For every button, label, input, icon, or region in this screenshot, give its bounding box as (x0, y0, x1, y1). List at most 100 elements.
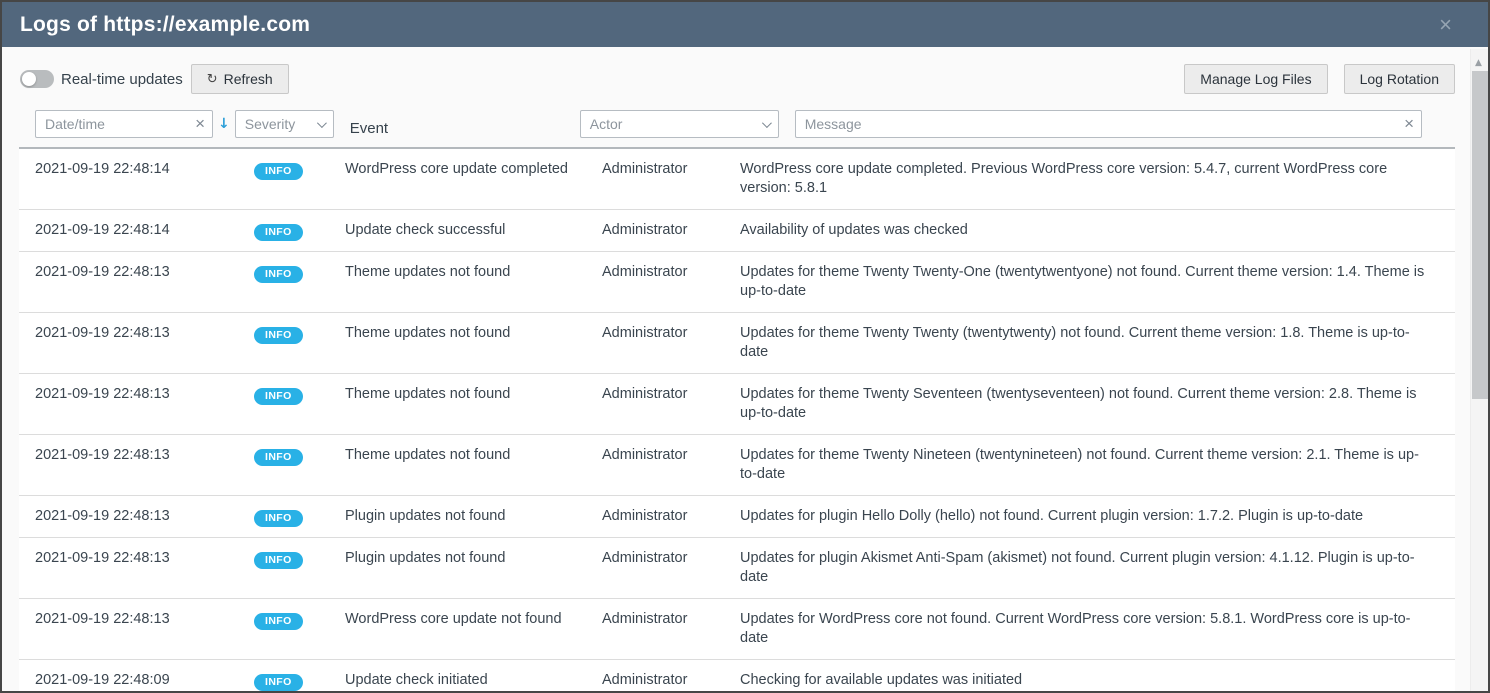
refresh-label: Refresh (224, 71, 273, 87)
log-event: Theme updates not found (345, 324, 602, 343)
table-row: 2021-09-19 22:48:13 INFO Theme updates n… (19, 313, 1455, 374)
severity-badge: INFO (254, 449, 303, 466)
realtime-updates-toggle[interactable] (20, 70, 54, 88)
close-icon[interactable]: × (1439, 14, 1470, 36)
severity-cell: INFO (230, 160, 345, 179)
severity-cell: INFO (230, 385, 345, 404)
clear-datetime-icon[interactable]: × (195, 115, 205, 132)
datetime-filter-input[interactable] (36, 116, 212, 132)
log-event: Plugin updates not found (345, 549, 602, 568)
log-datetime: 2021-09-19 22:48:09 (35, 671, 230, 690)
chevron-down-icon (762, 118, 772, 128)
log-viewer-modal: Logs of https://example.com × Real-time … (0, 0, 1490, 693)
toggle-knob (22, 72, 36, 86)
log-message: WordPress core update completed. Previou… (740, 160, 1455, 198)
log-actor: Administrator (602, 507, 740, 526)
log-actor: Administrator (602, 446, 740, 465)
log-table: 2021-09-19 22:48:14 INFO WordPress core … (19, 147, 1455, 693)
log-actor: Administrator (602, 549, 740, 568)
log-message: Updates for theme Twenty Seventeen (twen… (740, 385, 1455, 423)
log-actor: Administrator (602, 610, 740, 629)
table-row: 2021-09-19 22:48:13 INFO WordPress core … (19, 599, 1455, 660)
chevron-down-icon (317, 118, 327, 128)
severity-badge: INFO (254, 266, 303, 283)
table-row: 2021-09-19 22:48:13 INFO Plugin updates … (19, 538, 1455, 599)
log-message: Updates for WordPress core not found. Cu… (740, 610, 1455, 648)
manage-log-files-button[interactable]: Manage Log Files (1184, 64, 1327, 94)
modal-header: Logs of https://example.com × (2, 2, 1488, 47)
log-message: Updates for theme Twenty Twenty (twentyt… (740, 324, 1455, 362)
severity-badge: INFO (254, 674, 303, 691)
log-message: Updates for theme Twenty Nineteen (twent… (740, 446, 1455, 484)
log-message: Updates for plugin Hello Dolly (hello) n… (740, 507, 1455, 526)
sort-desc-icon[interactable]: ↓ (218, 116, 230, 132)
log-event: WordPress core update completed (345, 160, 602, 179)
toolbar: Real-time updates ↻ Refresh Manage Log F… (20, 64, 1455, 94)
log-message: Checking for available updates was initi… (740, 671, 1455, 690)
severity-badge: INFO (254, 552, 303, 569)
vertical-scrollbar[interactable]: ▲ (1470, 49, 1488, 691)
severity-filter-placeholder: Severity (245, 116, 309, 132)
severity-cell: INFO (230, 324, 345, 343)
severity-badge: INFO (254, 327, 303, 344)
log-event: Theme updates not found (345, 446, 602, 465)
message-filter-input[interactable] (796, 116, 1421, 132)
log-actor: Administrator (602, 263, 740, 282)
log-event: WordPress core update not found (345, 610, 602, 629)
log-event: Theme updates not found (345, 263, 602, 282)
severity-cell: INFO (230, 221, 345, 240)
severity-filter-select[interactable]: Severity (235, 110, 334, 138)
severity-cell: INFO (230, 610, 345, 629)
log-rotation-button[interactable]: Log Rotation (1344, 64, 1455, 94)
log-event: Update check successful (345, 221, 602, 240)
log-event: Theme updates not found (345, 385, 602, 404)
severity-cell: INFO (230, 549, 345, 568)
log-datetime: 2021-09-19 22:48:13 (35, 610, 230, 629)
table-row: 2021-09-19 22:48:13 INFO Theme updates n… (19, 252, 1455, 313)
realtime-updates-label: Real-time updates (61, 71, 183, 88)
actor-filter-placeholder: Actor (590, 116, 754, 132)
refresh-button[interactable]: ↻ Refresh (191, 64, 289, 94)
refresh-icon: ↻ (207, 72, 218, 87)
actor-filter-select[interactable]: Actor (580, 110, 779, 138)
log-event: Plugin updates not found (345, 507, 602, 526)
severity-cell: INFO (230, 507, 345, 526)
table-row: 2021-09-19 22:48:14 INFO WordPress core … (19, 149, 1455, 210)
clear-message-icon[interactable]: × (1404, 115, 1414, 132)
page-title: Logs of https://example.com (20, 13, 310, 37)
log-datetime: 2021-09-19 22:48:13 (35, 385, 230, 404)
severity-cell: INFO (230, 446, 345, 465)
log-event: Update check initiated (345, 671, 602, 690)
log-datetime: 2021-09-19 22:48:13 (35, 324, 230, 343)
log-actor: Administrator (602, 385, 740, 404)
log-datetime: 2021-09-19 22:48:13 (35, 446, 230, 465)
table-row: 2021-09-19 22:48:13 INFO Theme updates n… (19, 435, 1455, 496)
severity-badge: INFO (254, 510, 303, 527)
log-actor: Administrator (602, 671, 740, 690)
log-datetime: 2021-09-19 22:48:14 (35, 221, 230, 240)
toolbar-right: Manage Log Files Log Rotation (1184, 64, 1455, 94)
log-datetime: 2021-09-19 22:48:13 (35, 549, 230, 568)
severity-cell: INFO (230, 671, 345, 690)
event-column-header: Event (350, 120, 580, 138)
table-row: 2021-09-19 22:48:09 INFO Update check in… (19, 660, 1455, 693)
filter-row: × ↓ Severity Event Actor × (19, 110, 1455, 138)
log-message: Availability of updates was checked (740, 221, 1455, 240)
log-actor: Administrator (602, 324, 740, 343)
severity-badge: INFO (254, 163, 303, 180)
message-filter: × (795, 110, 1422, 138)
log-datetime: 2021-09-19 22:48:14 (35, 160, 230, 179)
log-message: Updates for plugin Akismet Anti-Spam (ak… (740, 549, 1455, 587)
severity-cell: INFO (230, 263, 345, 282)
scrollbar-thumb[interactable] (1472, 71, 1488, 399)
severity-badge: INFO (254, 224, 303, 241)
table-row: 2021-09-19 22:48:14 INFO Update check su… (19, 210, 1455, 252)
scroll-up-icon[interactable]: ▲ (1475, 58, 1482, 68)
log-datetime: 2021-09-19 22:48:13 (35, 263, 230, 282)
table-row: 2021-09-19 22:48:13 INFO Plugin updates … (19, 496, 1455, 538)
datetime-filter: × (35, 110, 213, 138)
severity-badge: INFO (254, 388, 303, 405)
log-actor: Administrator (602, 221, 740, 240)
log-actor: Administrator (602, 160, 740, 179)
log-datetime: 2021-09-19 22:48:13 (35, 507, 230, 526)
